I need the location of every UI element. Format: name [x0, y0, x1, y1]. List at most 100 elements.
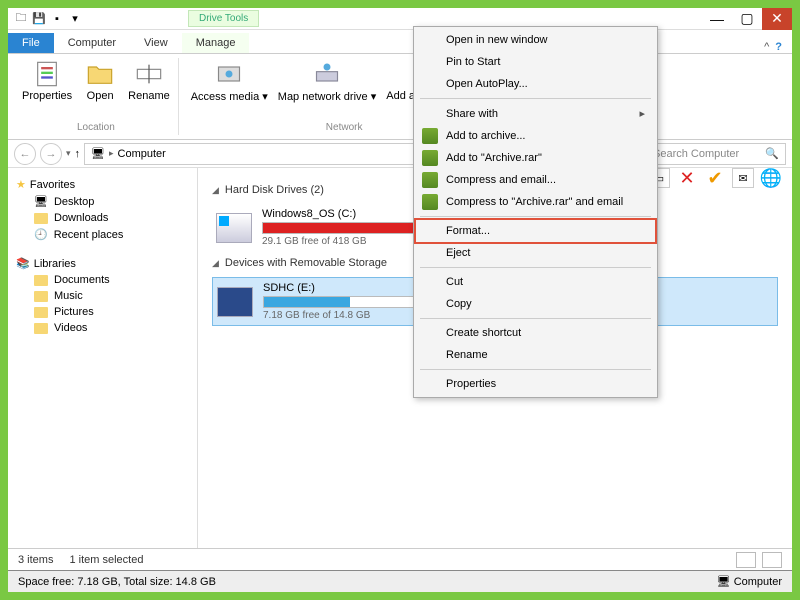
context-menu-item[interactable]: Cut — [416, 271, 655, 293]
star-icon: ★ — [16, 178, 26, 191]
ribbon-tabs: File Computer View Manage ^ ? — [8, 30, 792, 54]
tab-manage[interactable]: Manage — [182, 33, 250, 53]
nav-forward-button[interactable]: → — [40, 143, 62, 165]
context-menu-item-label: Eject — [446, 247, 470, 259]
context-menu-item[interactable]: Open AutoPlay... — [416, 73, 655, 95]
collapse-icon: ◢ — [212, 185, 219, 196]
context-menu-item-label: Add to archive... — [446, 130, 526, 142]
tool-mail-button[interactable]: ✉ — [732, 168, 754, 188]
nav-history-dropdown[interactable]: ▾ — [66, 148, 71, 159]
submenu-arrow-icon: ▸ — [639, 107, 645, 120]
folder-icon — [34, 275, 48, 286]
recent-icon: 🕘 — [34, 228, 48, 241]
sidebar-item-downloads[interactable]: Downloads — [12, 210, 193, 226]
sidebar-item-music[interactable]: Music — [12, 288, 193, 304]
view-tiles-button[interactable] — [762, 552, 782, 568]
space-info: Space free: 7.18 GB, Total size: 14.8 GB — [18, 576, 216, 588]
context-menu-item[interactable]: Compress and email... — [416, 169, 655, 191]
context-menu-item[interactable]: Compress to "Archive.rar" and email — [416, 191, 655, 213]
context-menu-item[interactable]: Eject — [416, 242, 655, 264]
tab-file[interactable]: File — [8, 33, 54, 53]
folder-icon — [34, 213, 48, 224]
open-button[interactable]: Open — [78, 58, 122, 120]
map-drive-button[interactable]: Map network drive ▾ — [274, 58, 380, 120]
context-menu-item[interactable]: Properties — [416, 373, 655, 395]
maximize-button[interactable]: ▢ — [732, 8, 762, 30]
contextual-tab-label: Drive Tools — [188, 10, 259, 27]
context-menu-item[interactable]: Rename — [416, 344, 655, 366]
context-menu-item-label: Copy — [446, 298, 472, 310]
access-media-button[interactable]: Access media ▾ — [187, 58, 272, 120]
sidebar-item-documents[interactable]: Documents — [12, 272, 193, 288]
sidebar-libraries-header[interactable]: 📚 Libraries — [12, 255, 193, 272]
context-menu-item-label: Pin to Start — [446, 56, 500, 68]
ribbon-collapse-icon[interactable]: ^ — [764, 41, 769, 53]
context-menu-item-label: Open AutoPlay... — [446, 78, 528, 90]
libraries-icon: 📚 — [16, 257, 30, 270]
rename-button[interactable]: Rename — [124, 58, 174, 120]
ribbon-group-network-label: Network — [326, 120, 363, 135]
context-menu-separator — [420, 98, 651, 99]
address-bar: ← → ▾ ↑ 🖥 ▸ Computer Search Computer 🔍 — [8, 140, 792, 168]
qat-props-icon[interactable]: ▪ — [50, 12, 64, 26]
item-count: 3 items — [18, 554, 53, 566]
context-menu-item-label: Add to "Archive.rar" — [446, 152, 542, 164]
navigation-pane: ★ Favorites 🖥Desktop Downloads 🕘Recent p… — [8, 168, 198, 548]
context-menu-item[interactable]: Open in new window — [416, 29, 655, 51]
context-menu-item[interactable]: Add to archive... — [416, 125, 655, 147]
view-details-button[interactable] — [736, 552, 756, 568]
context-menu-item[interactable]: Create shortcut — [416, 322, 655, 344]
qat-dropdown-icon[interactable]: ▾ — [68, 12, 82, 26]
tool-accept-button[interactable]: ✔ — [704, 168, 726, 188]
close-button[interactable]: ✕ — [762, 8, 792, 30]
folder-icon — [34, 307, 48, 318]
tab-view[interactable]: View — [130, 33, 182, 53]
context-menu-separator — [420, 369, 651, 370]
address-path: Computer — [118, 148, 166, 160]
context-menu-item-label: Open in new window — [446, 34, 548, 46]
collapse-icon: ◢ — [212, 258, 219, 269]
sidebar-item-recent[interactable]: 🕘Recent places — [12, 226, 193, 243]
location-info: 🖥 Computer — [717, 575, 782, 588]
drive-free-text: 29.1 GB free of 418 GB — [262, 236, 432, 247]
drive-free-text: 7.18 GB free of 14.8 GB — [263, 310, 433, 321]
capacity-bar — [263, 296, 433, 308]
context-menu: Open in new window Pin to Start Open AutoP… — [413, 26, 658, 398]
ribbon: Properties Open Rename Location Access m… — [8, 54, 792, 140]
context-menu-item[interactable]: Format... — [416, 220, 655, 242]
details-bar: Space free: 7.18 GB, Total size: 14.8 GB… — [8, 570, 792, 592]
properties-button[interactable]: Properties — [18, 58, 76, 120]
context-menu-item-label: Cut — [446, 276, 463, 288]
selected-count: 1 item selected — [69, 554, 143, 566]
app-icon: 🗀 — [14, 12, 28, 26]
computer-icon: 🖥 — [91, 147, 105, 160]
search-placeholder: Search Computer — [653, 148, 739, 160]
context-menu-item[interactable]: Pin to Start — [416, 51, 655, 73]
search-icon: 🔍 — [765, 147, 779, 160]
qat-save-icon[interactable]: 💾 — [32, 12, 46, 26]
context-menu-separator — [420, 216, 651, 217]
sidebar-item-videos[interactable]: Videos — [12, 320, 193, 336]
desktop-icon: 🖥 — [34, 195, 48, 208]
context-menu-separator — [420, 267, 651, 268]
tool-delete-button[interactable]: ✕ — [676, 168, 698, 188]
rename-icon — [135, 60, 163, 88]
sidebar-favorites-header[interactable]: ★ Favorites — [12, 176, 193, 193]
media-icon — [215, 60, 243, 88]
sidebar-item-pictures[interactable]: Pictures — [12, 304, 193, 320]
sidebar-item-desktop[interactable]: 🖥Desktop — [12, 193, 193, 210]
tool-globe-button[interactable]: 🌐 — [760, 168, 782, 188]
minimize-button[interactable]: — — [702, 8, 732, 30]
context-menu-item-label: Compress to "Archive.rar" and email — [446, 196, 623, 208]
folder-open-icon — [86, 60, 114, 88]
search-input[interactable]: Search Computer 🔍 — [646, 143, 786, 165]
context-menu-item[interactable]: Share with▸ — [416, 102, 655, 125]
tab-computer[interactable]: Computer — [54, 33, 130, 53]
context-menu-item[interactable]: Copy — [416, 293, 655, 315]
nav-back-button[interactable]: ← — [14, 143, 36, 165]
context-menu-item[interactable]: Add to "Archive.rar" — [416, 147, 655, 169]
help-icon[interactable]: ? — [775, 41, 782, 53]
nav-up-button[interactable]: ↑ — [75, 148, 81, 160]
context-menu-item-label: Rename — [446, 349, 488, 361]
drive-name: SDHC (E:) — [263, 282, 433, 294]
